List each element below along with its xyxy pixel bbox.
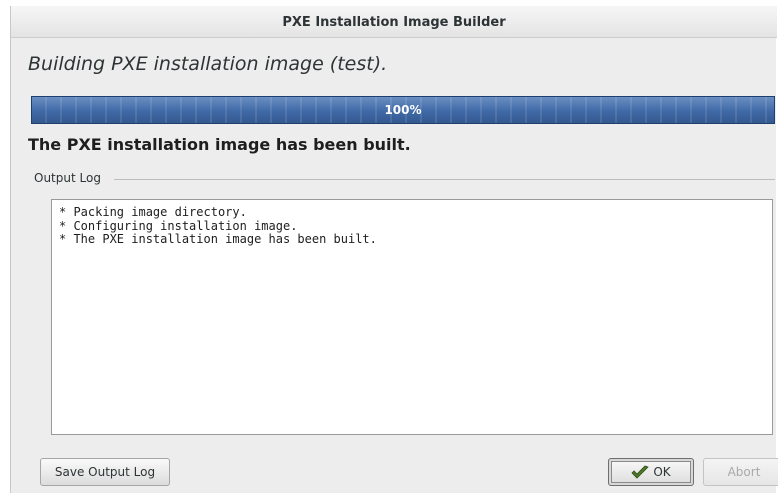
page-heading: Building PXE installation image (test). (28, 53, 388, 75)
progress-bar: 100% (31, 96, 775, 124)
ok-button[interactable]: OK (608, 458, 694, 486)
dialog-window: PXE Installation Image Builder Building … (10, 6, 778, 493)
output-log-frame-divider (114, 179, 775, 180)
title-bar[interactable]: PXE Installation Image Builder (11, 6, 777, 38)
ok-label: OK (653, 465, 671, 479)
abort-label: Abort (727, 465, 761, 479)
status-message: The PXE installation image has been buil… (28, 135, 411, 154)
output-log-label: Output Log (34, 171, 105, 185)
output-log-textarea[interactable]: * Packing image directory. * Configuring … (51, 199, 773, 435)
abort-button[interactable]: Abort (703, 458, 778, 486)
window-title: PXE Installation Image Builder (282, 15, 506, 30)
progress-label: 100% (384, 103, 422, 117)
log-line: * Packing image directory. (59, 205, 247, 219)
log-line: * Configuring installation image. (59, 218, 298, 233)
save-output-log-label: Save Output Log (54, 465, 156, 479)
check-icon (631, 465, 650, 479)
log-line: * The PXE installation image has been bu… (59, 232, 377, 246)
save-output-log-button[interactable]: Save Output Log (40, 458, 170, 486)
